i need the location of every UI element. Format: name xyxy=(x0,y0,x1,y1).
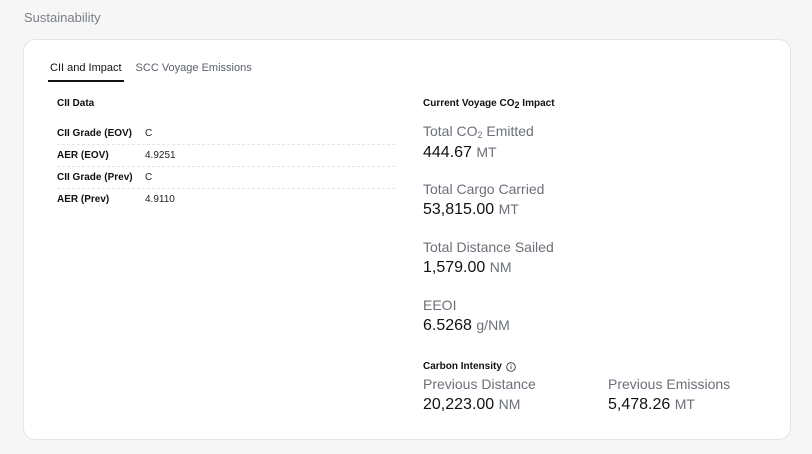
metric-value: 1,579.00 NM xyxy=(423,259,554,277)
metric-label: Total CO2 Emitted xyxy=(423,123,534,140)
cii-data-heading: CII Data xyxy=(57,98,95,109)
metric-number: 20,223.00 xyxy=(423,396,495,413)
info-icon[interactable] xyxy=(506,361,516,372)
metric-eeoi: EEOI 6.5268 g/NM xyxy=(423,297,510,335)
metric-number: 444.67 xyxy=(423,144,472,161)
cii-row-grade-eov: CII Grade (EOV) C xyxy=(57,123,395,145)
cii-value: C xyxy=(145,128,153,139)
impact-heading: Current Voyage CO2 Impact xyxy=(423,98,783,110)
metric-label: Previous Distance xyxy=(423,376,536,392)
tab-cii-and-impact[interactable]: CII and Impact xyxy=(48,62,124,82)
impact-heading-text-end: Impact xyxy=(519,98,555,109)
metric-distance: Total Distance Sailed 1,579.00 NM xyxy=(423,239,554,277)
carbon-intensity-heading-text: Carbon Intensity xyxy=(423,361,502,372)
sustainability-card: CII and Impact SCC Voyage Emissions CII … xyxy=(23,39,791,440)
metric-value: 53,815.00 MT xyxy=(423,201,544,219)
metric-number: 5,478.26 xyxy=(608,396,671,413)
cii-label: AER (EOV) xyxy=(57,150,109,161)
metric-value: 20,223.00 NM xyxy=(423,396,536,414)
cii-label: CII Grade (Prev) xyxy=(57,172,133,183)
cii-value: 4.9110 xyxy=(145,194,175,205)
metric-value: 5,478.26 MT xyxy=(608,396,730,414)
metric-unit: NM xyxy=(498,396,521,412)
metric-label: Previous Emissions xyxy=(608,376,731,392)
metric-unit: g/NM xyxy=(476,317,510,333)
metric-unit: MT xyxy=(674,396,695,412)
metric-previous-distance: Previous Distance 20,223.00 NM xyxy=(423,376,536,414)
metric-number: 53,815.00 xyxy=(423,201,495,218)
metric-value: 444.67 MT xyxy=(423,144,534,162)
cii-value: 4.9251 xyxy=(145,150,176,161)
voyage-impact-panel: Current Voyage CO2 Impact Total CO2 Emit… xyxy=(423,98,783,413)
metric-value: 6.5268 g/NM xyxy=(423,317,510,335)
cii-row-aer-prev: AER (Prev) 4.9110 xyxy=(57,189,395,210)
metric-label: EEOI xyxy=(423,297,457,313)
metric-total-co2: Total CO2 Emitted 444.67 MT xyxy=(423,123,534,162)
cii-row-aer-eov: AER (EOV) 4.9251 xyxy=(57,145,395,167)
metric-previous-emissions: Previous Emissions 5,478.26 MT xyxy=(608,376,730,414)
tab-scc-voyage-emissions[interactable]: SCC Voyage Emissions xyxy=(134,62,254,82)
cii-label: AER (Prev) xyxy=(57,194,110,205)
metric-label-text: Total CO xyxy=(423,123,478,139)
metric-number: 6.5268 xyxy=(423,317,472,334)
metric-label: Total Cargo Carried xyxy=(423,181,545,197)
impact-heading-text: Current Voyage CO xyxy=(423,98,515,109)
carbon-intensity-heading: Carbon Intensity xyxy=(423,361,516,372)
metric-number: 1,579.00 xyxy=(423,259,486,276)
cii-label: CII Grade (EOV) xyxy=(57,128,133,139)
cii-data-table: CII Grade (EOV) C AER (EOV) 4.9251 CII G… xyxy=(57,123,395,210)
metric-cargo: Total Cargo Carried 53,815.00 MT xyxy=(423,181,544,219)
metric-unit: MT xyxy=(498,201,519,217)
cii-row-grade-prev: CII Grade (Prev) C xyxy=(57,167,395,189)
section-title: Sustainability xyxy=(24,10,101,25)
metric-label: Total Distance Sailed xyxy=(423,239,554,255)
metric-label-text-end: Emitted xyxy=(482,123,534,139)
metric-unit: MT xyxy=(476,144,497,160)
cii-value: C xyxy=(145,172,153,183)
tab-bar: CII and Impact SCC Voyage Emissions xyxy=(48,62,264,82)
metric-unit: NM xyxy=(489,259,512,275)
